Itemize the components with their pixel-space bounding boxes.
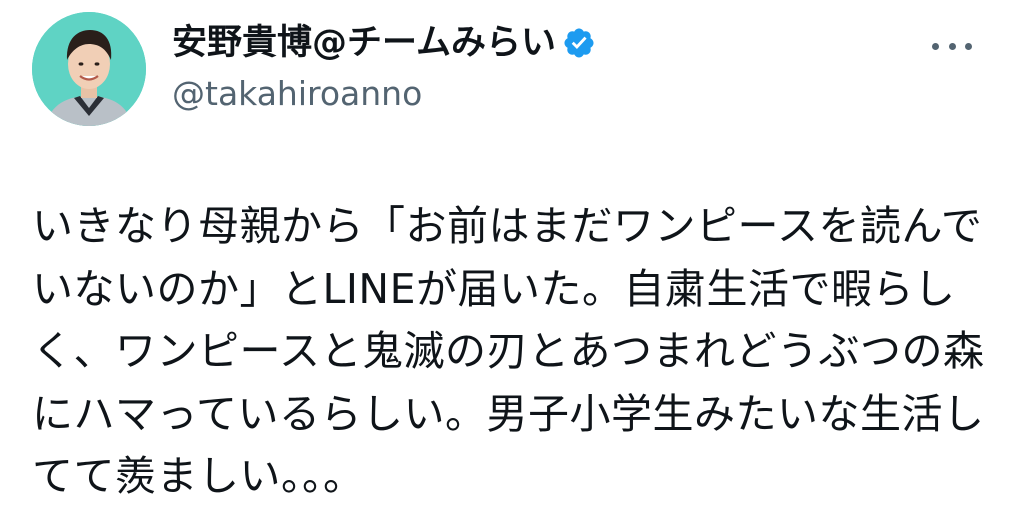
tweet-text-line: いないのか」とLINEが届いた。自粛生活で暇らし <box>32 264 956 313</box>
avatar-portrait-icon <box>32 12 146 126</box>
tweet-text-line: てて羨ましい。。。 <box>32 452 365 500</box>
more-horizontal-icon-dot <box>948 42 956 50</box>
author-block: 安野貴博@チームみらい @takahiroanno <box>172 18 596 116</box>
verified-badge-icon[interactable] <box>562 26 596 60</box>
more-horizontal-icon-dot <box>965 42 972 50</box>
tweet-text-line: にハマっているらしい。男子小学生みたいな生活し <box>32 389 985 438</box>
more-options-button[interactable] <box>932 36 972 56</box>
author-name-row: 安野貴博@チームみらい <box>172 18 596 68</box>
tweet-text: いきなり母親から「お前はまだワンピースを読んで いないのか」とLINEが届いた。… <box>32 195 1002 508</box>
tweet-card: 安野貴博@チームみらい @takahiroanno いきなり母親から「お前はまだ… <box>0 0 1024 523</box>
tweet-text-line: く、ワンピースと鬼滅の刃とあつまれどうぶつの森 <box>32 327 985 375</box>
more-horizontal-icon <box>932 42 939 50</box>
author-handle[interactable]: @takahiroanno <box>172 72 596 116</box>
tweet-text-line: いきなり母親から「お前はまだワンピースを読んで <box>32 202 983 250</box>
avatar[interactable] <box>32 12 146 126</box>
author-display-name[interactable]: 安野貴博@チームみらい <box>172 18 556 68</box>
